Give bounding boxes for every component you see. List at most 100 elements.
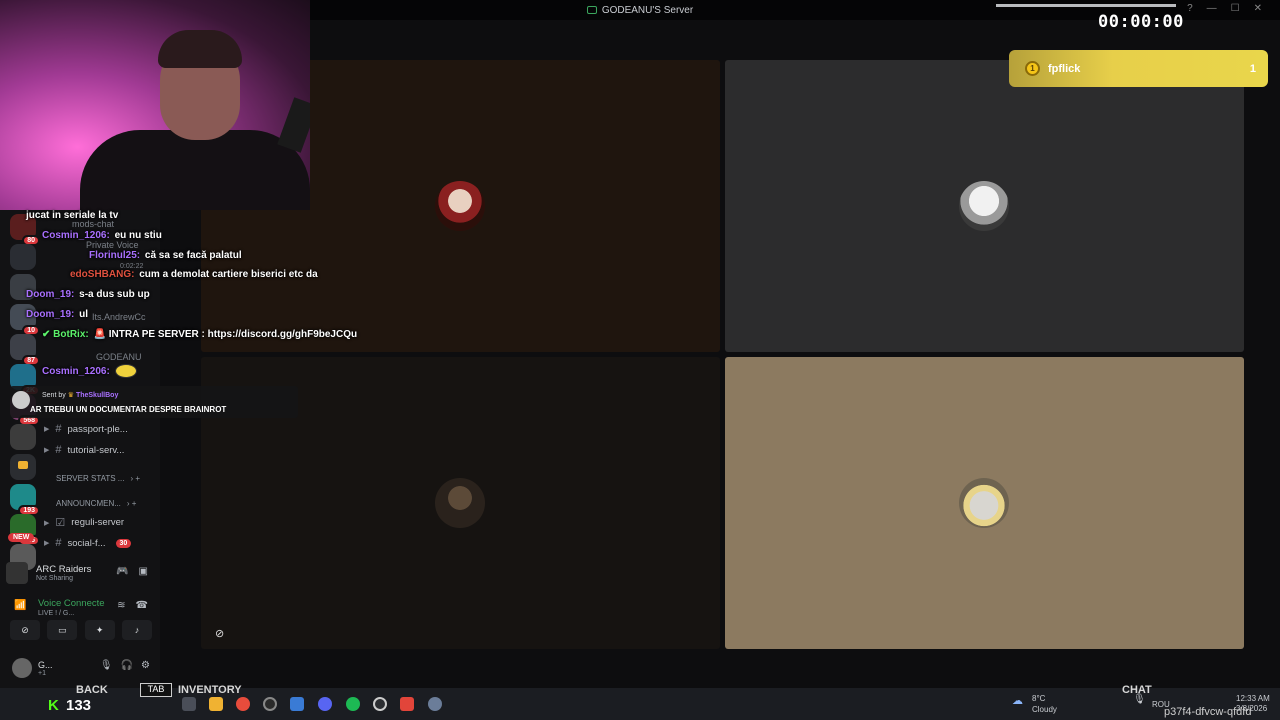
window-controls: ? — ☐ ✕ xyxy=(1187,3,1262,14)
microphone-arm xyxy=(277,97,310,153)
soundboard-button[interactable]: ♪ xyxy=(121,620,152,640)
chat-message: Cosmin_1206: eu nu stiu xyxy=(42,230,162,241)
tab-key: TAB xyxy=(140,683,172,697)
chat-text: eu nu stiu xyxy=(114,230,162,241)
chat-username: Florinul25: xyxy=(89,250,141,261)
headphones-icon[interactable]: 🎧 xyxy=(121,660,133,671)
voice-tile[interactable] xyxy=(725,60,1244,352)
video-off-icon: ⊘ xyxy=(215,628,225,640)
screen: GODEANU'S Server ? — ☐ ✕ 00:00:00 ⊘ 1 fp… xyxy=(0,0,1280,720)
avatar xyxy=(959,181,1009,231)
activities-button[interactable]: ✦ xyxy=(84,620,115,640)
chat-username: edoSHBANG: xyxy=(70,269,135,280)
share-screen-button[interactable]: ▭ xyxy=(47,620,78,640)
folder-icon[interactable] xyxy=(10,454,36,480)
plus-icon[interactable]: › + xyxy=(127,499,137,508)
voice-channel-label: LIVE ! / G... xyxy=(38,610,75,617)
voice-tile[interactable] xyxy=(725,357,1244,649)
plus-icon[interactable]: › + xyxy=(130,474,140,483)
channel-tutorial[interactable]: ▶ # tutorial-serv... xyxy=(44,444,124,456)
chat-text: INTRA PE SERVER : https://discord.gg/ghF… xyxy=(108,329,358,340)
channel-label: passport-ple... xyxy=(67,423,128,435)
voice-actions: ⊘ ▭ ✦ ♪ xyxy=(10,620,152,640)
avatar xyxy=(12,658,32,678)
hash-icon: # xyxy=(55,444,62,456)
chat-username: BotRix: xyxy=(53,329,89,340)
chat-text: ul xyxy=(79,309,89,320)
chat-message: Doom_19: s-a dus sub up xyxy=(26,289,150,300)
viewer-alert-toast: 1 fpflick 1 xyxy=(1009,50,1268,87)
gear-icon[interactable]: ⚙ xyxy=(141,660,150,671)
game-icon xyxy=(6,562,28,584)
activity-title: ARC Raiders xyxy=(36,564,92,575)
search-icon[interactable] xyxy=(182,697,196,711)
microphone-icon[interactable]: 🎙 xyxy=(100,660,113,671)
chat-message: ✔ BotRix: 🚨 INTRA PE SERVER : https://di… xyxy=(42,329,357,340)
activity-panel: ARC Raiders Not Sharing 🎮 ▣ xyxy=(6,554,156,592)
signal-icon: 📶 xyxy=(14,600,27,611)
category-server-stats[interactable]: SERVER STATS ... › + xyxy=(56,474,140,483)
tts-alert: Sent by ♛ TheSkullBoy AR TREBUI UN DOCUM… xyxy=(10,386,298,418)
alert-count: 1 xyxy=(1249,62,1256,75)
chat-message: Doom_19: ul xyxy=(26,309,88,320)
hash-icon: # xyxy=(55,423,62,435)
server-icon xyxy=(586,6,597,14)
avatar xyxy=(435,181,485,231)
sent-username: TheSkullBoy xyxy=(75,392,119,399)
chevron-right-icon: ▶ xyxy=(44,426,50,433)
camera-off-button[interactable]: ⊘ xyxy=(10,620,40,640)
close-icon[interactable]: ✕ xyxy=(1254,3,1262,14)
chat-message: edoSHBANG: cum a demolat cartiere biseri… xyxy=(70,269,318,280)
user-panel[interactable]: G... +1 🎙 🎧 ⚙ xyxy=(6,654,156,682)
overlay-code: p37f4-dfvcw-qfdfd xyxy=(1164,706,1252,718)
sent-by-line: Sent by ♛ TheSkullBoy xyxy=(42,391,118,399)
chat-username: Doom_19: xyxy=(26,309,75,320)
channel-ghost: Private Voice xyxy=(86,240,139,250)
maximize-icon[interactable]: ☐ xyxy=(1231,3,1240,14)
steam-icon[interactable] xyxy=(373,697,387,711)
hash-icon: # xyxy=(55,537,62,549)
category-label: SERVER STATS ... xyxy=(56,474,125,483)
new-pill[interactable]: NEW xyxy=(8,533,35,542)
disconnect-icon[interactable]: ☎ xyxy=(136,600,148,611)
minimize-icon[interactable]: — xyxy=(1207,3,1217,14)
server-icon[interactable] xyxy=(10,424,36,450)
app-icon[interactable] xyxy=(400,697,414,711)
category-announcements[interactable]: ANNOUNCMEN... › + xyxy=(56,499,136,508)
user-ghost: Its.AndrewCc xyxy=(92,312,146,322)
crown-icon: ♛ xyxy=(67,392,74,399)
microphone-icon[interactable]: 🎙 xyxy=(1133,694,1146,705)
discord-icon[interactable] xyxy=(318,697,332,711)
spotify-icon[interactable] xyxy=(346,697,360,711)
channel-passport[interactable]: ▶ # passport-ple... xyxy=(44,423,128,435)
server-icon[interactable]: 193 xyxy=(10,484,40,516)
kick-icon: K xyxy=(48,697,59,714)
controller-icon[interactable]: 🎮 xyxy=(116,566,128,577)
noise-suppression-icon[interactable]: ≋ xyxy=(117,600,125,611)
chevron-right-icon: ▶ xyxy=(44,447,50,454)
chat-text: jucat in seriale la tv xyxy=(26,210,119,221)
rules-icon: ☑ xyxy=(55,517,66,529)
file-explorer-icon[interactable] xyxy=(209,697,223,711)
brave-icon[interactable] xyxy=(236,697,250,711)
channel-social[interactable]: ▶ # social-f... 30 xyxy=(44,537,132,549)
back-hint: BACK xyxy=(76,684,108,696)
store-icon[interactable] xyxy=(290,697,304,711)
channel-reguli[interactable]: ▶ ☑ reguli-server xyxy=(44,516,124,529)
category-label: ANNOUNCMEN... xyxy=(56,499,121,508)
clock-time[interactable]: 12:33 AM xyxy=(1236,694,1270,703)
chat-username: Cosmin_1206: xyxy=(42,365,110,377)
avatar xyxy=(959,478,1009,528)
obs-icon[interactable] xyxy=(263,697,277,711)
chat-message: Cosmin_1206: xyxy=(42,364,137,378)
chat-text: s-a dus sub up xyxy=(79,289,150,300)
sent-prefix: Sent by xyxy=(42,392,66,399)
chat-text: că sa se facă palatul xyxy=(144,250,242,261)
weather-desc: Cloudy xyxy=(1032,705,1057,714)
overlay-progress-line xyxy=(996,4,1176,7)
streamer-body xyxy=(80,130,310,210)
user-name: G... xyxy=(38,659,53,670)
screen-share-icon[interactable]: ▣ xyxy=(139,566,148,577)
gear-icon[interactable] xyxy=(428,697,442,711)
help-icon[interactable]: ? xyxy=(1187,3,1193,14)
